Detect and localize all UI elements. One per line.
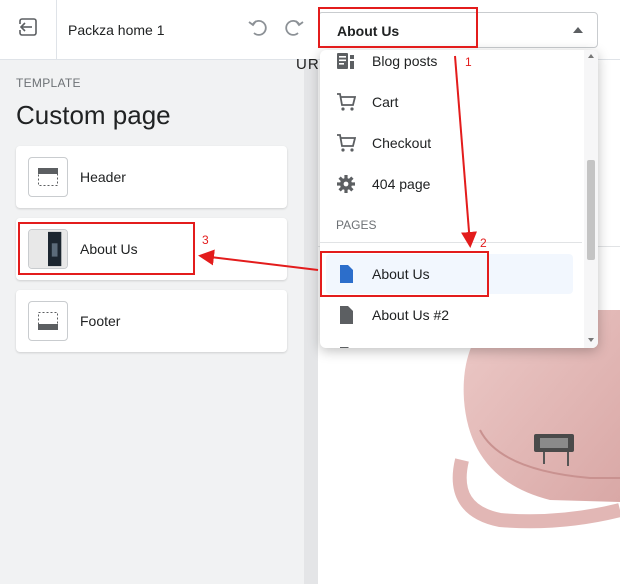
- section-header[interactable]: Header: [16, 146, 287, 208]
- undo-icon: [246, 15, 270, 44]
- dropdown-item-checkout[interactable]: Checkout: [320, 123, 584, 163]
- redo-icon: [282, 15, 306, 44]
- dropdown-item-blog-posts[interactable]: Blog posts: [320, 50, 584, 81]
- annotation-box-3: [18, 222, 195, 275]
- dropdown-item-label: Cart: [372, 94, 399, 110]
- product-image: [440, 310, 620, 584]
- dropdown-item-partial[interactable]: [320, 336, 584, 348]
- dropdown-item-about-us-2[interactable]: About Us #2: [320, 295, 584, 335]
- header-layout-icon: [28, 157, 68, 197]
- dropdown-item-label: 404 page: [372, 176, 431, 192]
- dropdown-item-label: Blog posts: [372, 53, 438, 69]
- blog-icon: [336, 51, 356, 71]
- scroll-down-icon[interactable]: [588, 338, 594, 342]
- footer-layout-icon: [28, 301, 68, 341]
- template-title: Custom page: [16, 100, 171, 130]
- dropdown-item-label: Checkout: [372, 135, 432, 151]
- caret-up-icon: [573, 27, 583, 33]
- dropdown-group-label: PAGES: [336, 218, 377, 232]
- cart-icon: [336, 92, 357, 112]
- sidebar: TEMPLATE Custom page Header About Us Foo…: [0, 60, 304, 584]
- annotation-box-2: [320, 251, 489, 297]
- scrollbar-thumb[interactable]: [587, 160, 595, 260]
- annotation-number-1: 1: [465, 55, 472, 69]
- undo-button[interactable]: [244, 15, 272, 43]
- exit-icon: [17, 16, 39, 43]
- exit-button[interactable]: [0, 0, 57, 59]
- section-label: Footer: [80, 313, 121, 329]
- dropdown-item-cart[interactable]: Cart: [320, 82, 584, 122]
- annotation-number-2: 2: [480, 236, 487, 250]
- section-label: Header: [80, 169, 126, 185]
- cart-icon: [336, 133, 357, 153]
- dropdown-divider: [320, 242, 582, 243]
- annotation-box-1: [318, 7, 478, 48]
- template-label: TEMPLATE: [16, 76, 81, 90]
- scroll-up-icon[interactable]: [588, 54, 594, 58]
- dropdown-item-label: About Us #2: [372, 307, 450, 323]
- gear-icon: [336, 174, 356, 194]
- page-icon: [336, 305, 356, 325]
- dropdown-scrollbar[interactable]: [584, 50, 598, 348]
- page-dropdown: Blog posts Cart Checkout 404 page PAGES …: [320, 50, 598, 348]
- annotation-number-3: 3: [202, 233, 209, 247]
- page-icon: [336, 346, 356, 348]
- dropdown-item-404-page[interactable]: 404 page: [320, 164, 584, 204]
- redo-button[interactable]: [280, 15, 308, 43]
- section-footer[interactable]: Footer: [16, 290, 287, 352]
- theme-name: Packza home 1: [68, 22, 165, 38]
